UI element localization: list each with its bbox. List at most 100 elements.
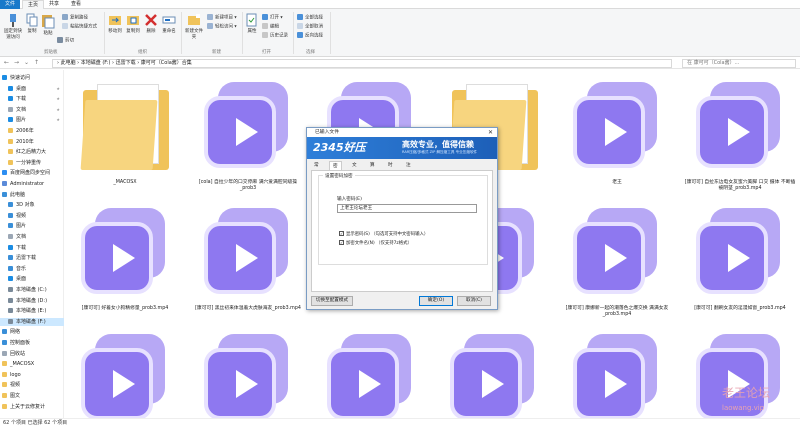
invert-selection-button[interactable]: 反向选择	[297, 32, 323, 39]
nav-item-label: 百度网盘同步空间	[10, 170, 51, 177]
nav-item[interactable]: 控制面板	[0, 339, 64, 347]
ok-button[interactable]: 确定(O)	[419, 296, 453, 306]
nav-item-icon	[8, 85, 13, 91]
up-arrow-icon[interactable]: ↑	[34, 59, 39, 66]
tab-file[interactable]: 文件	[0, 0, 20, 9]
password-group: 设置密码加密 输入密码(E) 上老王论坛老王 ✓ 显示密码(S) （勾选可支持中文…	[318, 173, 488, 265]
separator	[104, 12, 105, 54]
nav-item[interactable]: 快速访问	[0, 74, 64, 82]
back-arrow-icon[interactable]: ←	[4, 59, 9, 66]
tab-general[interactable]: 常规	[311, 161, 322, 177]
move-folder-icon	[109, 16, 121, 25]
edit-button[interactable]: 编辑	[262, 23, 279, 30]
history-button[interactable]: 历史记录	[262, 32, 288, 39]
banner-subslogan: RAR压缩/多格式 ZIP 解压缩工具 专业压缩软件	[402, 150, 478, 154]
tab-home[interactable]: 主页	[22, 0, 45, 9]
search-input[interactable]: 在 康可可（Cola酱）...	[682, 59, 796, 68]
breadcrumb[interactable]: › 此电脑 › 本地磁盘 (F:) › 迅雷下载 › 康可可（Cola酱）合集	[52, 59, 672, 68]
nav-item[interactable]: 此电脑	[0, 191, 64, 199]
nav-item[interactable]: Administrator	[0, 180, 64, 188]
new-item-button[interactable]: 新建项目 ▾	[207, 14, 237, 21]
nav-item[interactable]: 本地磁盘 (C:)	[0, 286, 64, 294]
encrypt-filename-checkbox[interactable]: ✓ 加密文件名(N) （仅支持7z格式）	[339, 240, 412, 247]
nav-item[interactable]: 迅雷下载	[0, 254, 64, 262]
nav-item[interactable]: 本地磁盘 (F:)	[0, 317, 64, 326]
nav-item[interactable]: 桌面 ★	[0, 85, 64, 93]
nav-item[interactable]: 网络	[0, 328, 64, 336]
cut-button[interactable]: 剪切	[57, 37, 74, 44]
file-name: [康可可] 自拉东边电女友蜜穴美脚 口交 摄体 不断插被阴茎_prob3.mp4	[684, 180, 796, 191]
move-to-button[interactable]: 移动到	[106, 13, 124, 34]
open-button[interactable]: 打开 ▾	[262, 14, 283, 21]
nav-item[interactable]: logo	[0, 371, 64, 379]
nav-item-icon	[8, 149, 13, 155]
easy-access-button[interactable]: 轻松访问 ▾	[207, 23, 237, 30]
show-password-checkbox[interactable]: ✓ 显示密码(S) （勾选可支持中文密码输入）	[339, 231, 428, 238]
paste-shortcut-button[interactable]: 粘贴快捷方式	[62, 23, 97, 30]
edit-icon	[262, 23, 268, 29]
nav-item[interactable]: 图片	[0, 222, 64, 230]
nav-item[interactable]: 本地磁盘 (D:)	[0, 297, 64, 305]
tab-password[interactable]: 密码	[329, 161, 342, 178]
nav-item[interactable]: 百度网盘同步空间	[0, 169, 64, 177]
select-none-button[interactable]: 全部取消	[297, 23, 323, 30]
nav-item[interactable]: 图片 ★	[0, 116, 64, 124]
pin-quick-access-button[interactable]: 固定到快速访问	[2, 13, 24, 40]
nav-item[interactable]: 视频	[0, 212, 64, 220]
nav-item[interactable]: 本地磁盘 (E:)	[0, 307, 64, 315]
close-icon[interactable]: ✕	[488, 128, 493, 137]
tab-time[interactable]: 时间	[385, 161, 396, 177]
nav-item[interactable]: 上关于云修复计	[0, 403, 64, 411]
nav-item[interactable]: 2010年	[0, 138, 64, 146]
delete-button[interactable]: 删除	[144, 13, 158, 34]
copy-to-button[interactable]: 复制到	[124, 13, 142, 34]
password-field[interactable]: 上老王论坛老王	[337, 204, 477, 213]
nav-item[interactable]: 红之后精力大	[0, 148, 64, 156]
rename-button[interactable]: 重命名	[160, 13, 178, 34]
separator	[181, 12, 182, 54]
nav-item[interactable]: 下载 ★	[0, 95, 64, 103]
nav-item[interactable]: 文档	[0, 233, 64, 241]
nav-item-label: 图片	[16, 223, 27, 230]
tab-view[interactable]: 查看	[66, 0, 86, 9]
nav-item-label: 文档	[16, 106, 27, 113]
nav-item[interactable]: 桌面	[0, 275, 64, 283]
properties-button[interactable]: 属性	[245, 13, 259, 34]
select-all-button[interactable]: 全部选择	[297, 14, 323, 21]
nav-item[interactable]: _MACOSX	[0, 360, 64, 368]
copy-path-button[interactable]: 复制路径	[62, 14, 88, 21]
video-file-icon	[69, 198, 181, 308]
chevron-down-icon[interactable]: ⌄	[24, 59, 29, 66]
new-folder-button[interactable]: 新建文件夹	[184, 13, 204, 40]
nav-item[interactable]: 下载	[0, 244, 64, 252]
nav-item-icon	[2, 382, 7, 388]
nav-item[interactable]: 音乐	[0, 265, 64, 273]
nav-item[interactable]: 图文	[0, 392, 64, 400]
nav-item-label: 音乐	[16, 265, 27, 272]
nav-item-icon	[8, 318, 13, 324]
nav-item-label: 此电脑	[10, 191, 26, 198]
tab-algorithm[interactable]: 算法	[367, 161, 378, 177]
tab-share[interactable]: 共享	[44, 0, 64, 9]
nav-item[interactable]: 一分钟重传	[0, 159, 64, 167]
nav-item-icon	[8, 128, 13, 133]
profile-mode-button[interactable]: 切换至配置模式	[311, 296, 353, 306]
cancel-button[interactable]: 取消(C)	[457, 296, 491, 306]
nav-item-icon	[2, 75, 7, 80]
nav-item-icon	[8, 159, 13, 165]
nav-item[interactable]: 文档 ★	[0, 106, 64, 114]
nav-item[interactable]: 2006年	[0, 127, 64, 135]
easy-access-label: 轻松访问 ▾	[215, 24, 237, 30]
encrypt-filename-label: 加密文件名(N) （仅支持7z格式）	[346, 241, 412, 246]
pinned-icon: ★	[56, 85, 60, 91]
tab-comment[interactable]: 注释	[403, 161, 414, 177]
nav-item[interactable]: 回收站	[0, 350, 64, 358]
paste-button[interactable]: 粘贴	[41, 13, 55, 36]
tab-files[interactable]: 文件	[349, 161, 360, 177]
forward-arrow-icon[interactable]: →	[14, 59, 19, 66]
nav-item[interactable]: 3D 对象	[0, 201, 64, 209]
cut-label: 剪切	[65, 38, 74, 44]
nav-item-icon	[8, 106, 13, 112]
copy-button[interactable]: 复制	[25, 13, 39, 34]
nav-item[interactable]: 视频	[0, 381, 64, 389]
